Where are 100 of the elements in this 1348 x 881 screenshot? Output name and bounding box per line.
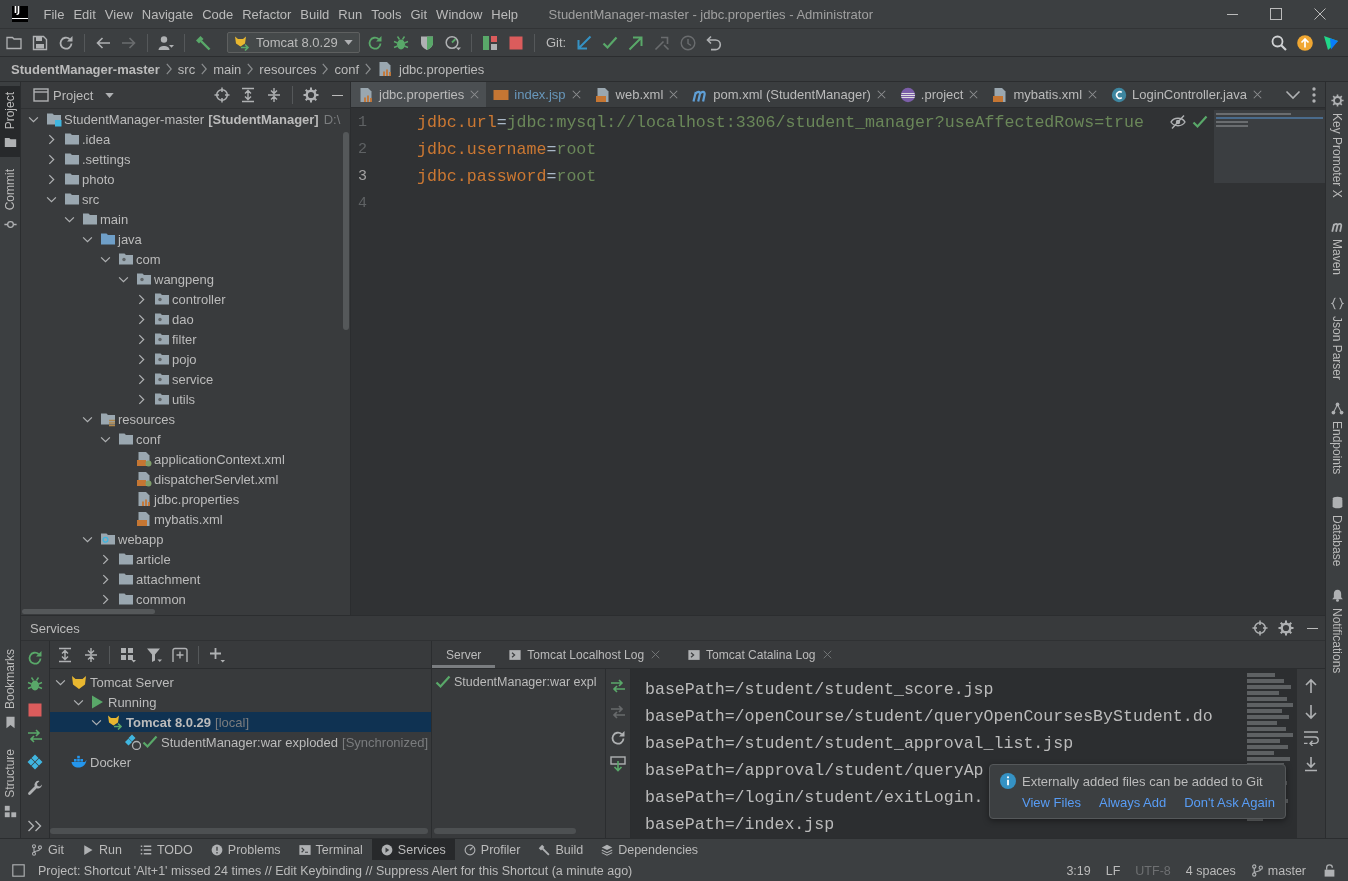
breadcrumb-item[interactable]: jdbc.properties [399, 61, 485, 77]
tool-window-button[interactable]: Profiler [454, 839, 530, 860]
tool-window-button[interactable]: Services [371, 839, 455, 860]
tree-item[interactable]: dispatcherServlet.xml [154, 471, 279, 487]
chevron-right-icon[interactable] [47, 153, 55, 165]
editor-tab[interactable]: web.xml [587, 82, 686, 107]
breadcrumb-item[interactable]: StudentManager-master [11, 61, 160, 77]
tool-window-button[interactable]: Build [529, 839, 593, 860]
breadcrumb-item[interactable]: main [213, 61, 242, 77]
notification-link[interactable]: Don't Ask Again [1184, 795, 1275, 810]
shield-icon[interactable] [419, 34, 435, 51]
tree-item[interactable]: applicationContext.xml [154, 451, 285, 467]
editor-tab[interactable]: .project [892, 82, 986, 107]
maximize-icon[interactable] [1270, 8, 1282, 20]
tree-item[interactable]: Running [108, 694, 157, 710]
status-item[interactable]: LF [1105, 863, 1121, 878]
breadcrumb-item[interactable]: resources [259, 61, 317, 77]
minimize-icon[interactable] [1306, 627, 1318, 629]
tree-item[interactable]: attachment [136, 571, 201, 587]
tree-item[interactable]: src [82, 191, 100, 207]
chevron-down-icon[interactable] [54, 678, 66, 686]
status-item[interactable]: 4 spaces [1185, 863, 1236, 878]
settings-icon[interactable] [1278, 620, 1294, 636]
menu-item[interactable]: View [100, 6, 138, 22]
tool-window-button[interactable]: TODO [130, 839, 202, 860]
menu-item[interactable]: Help [486, 6, 523, 22]
chevron-down-icon[interactable] [81, 235, 93, 243]
close-icon[interactable] [969, 90, 979, 99]
collapse-all-icon[interactable] [83, 646, 99, 663]
chevron-down-icon[interactable] [81, 535, 93, 543]
tool-window-tab[interactable]: Project [0, 86, 20, 158]
editor-tab[interactable]: LoginController.java [1104, 82, 1269, 107]
expand-all-icon[interactable] [57, 646, 73, 663]
crosshair-icon[interactable] [214, 87, 230, 103]
close-icon[interactable] [1252, 90, 1262, 99]
chevron-right-icon[interactable] [137, 293, 145, 305]
tool-window-tab[interactable]: Structure [0, 743, 20, 826]
lock-icon[interactable] [1323, 864, 1336, 877]
tree-item[interactable]: .idea [82, 131, 111, 147]
tree-item[interactable]: main [100, 211, 129, 227]
close-icon[interactable] [822, 650, 832, 659]
tool-window-button[interactable]: Problems [201, 839, 290, 860]
tree-item[interactable]: java [118, 231, 142, 247]
editor-tab[interactable]: pom.xml (StudentManager) [685, 82, 893, 107]
deploy-arrows-icon[interactable] [610, 678, 626, 694]
tree-item[interactable]: Docker [90, 754, 132, 770]
minimize-icon[interactable] [1226, 13, 1238, 15]
tree-item[interactable]: photo [82, 171, 115, 187]
scrollbar-thumb[interactable] [22, 609, 155, 614]
add-icon[interactable] [209, 646, 225, 663]
undo-icon[interactable] [706, 34, 723, 51]
tool-window-tab[interactable]: Commit [0, 163, 20, 239]
selected-tree-row[interactable]: Tomcat 8.0.29 [local] [50, 712, 431, 732]
scroll-to-end-icon[interactable] [1303, 756, 1319, 772]
settings-icon[interactable] [303, 87, 319, 103]
chevron-right-icon[interactable] [137, 393, 145, 405]
breadcrumb-item[interactable]: src [177, 61, 196, 77]
tree-item[interactable]: wangpeng [154, 271, 214, 287]
gauge-icon[interactable] [445, 34, 461, 51]
arrow-up-right-icon[interactable] [628, 34, 645, 51]
minimize-icon[interactable] [331, 94, 343, 96]
tree-item[interactable]: utils [172, 391, 196, 407]
status-item[interactable]: master [1267, 863, 1306, 878]
menu-item[interactable]: Build [295, 6, 334, 22]
deploy-arrows-icon[interactable] [27, 728, 43, 744]
chevron-right-icon[interactable] [101, 553, 109, 565]
tool-window-tab[interactable]: Maven [1326, 215, 1348, 279]
stop-icon[interactable] [508, 34, 524, 51]
chevron-right-icon[interactable] [47, 133, 55, 145]
chevron-right-icon[interactable] [101, 593, 109, 605]
arrow-up-circle-icon[interactable] [1297, 34, 1313, 51]
menu-item[interactable]: Tools [366, 6, 406, 22]
tree-item[interactable]: Tomcat 8.0.29 [126, 714, 212, 730]
tree-item[interactable]: StudentManager-master [64, 111, 205, 127]
person-icon[interactable] [158, 34, 174, 51]
tool-window-button[interactable]: Terminal [289, 839, 372, 860]
tool-window-tab[interactable]: Database [1326, 492, 1348, 571]
close-icon[interactable] [669, 90, 679, 99]
tree-item[interactable]: common [136, 591, 186, 607]
arrow-down-icon[interactable] [1303, 704, 1319, 720]
chevron-down-icon[interactable] [72, 698, 84, 706]
chevron-down-icon[interactable] [81, 415, 93, 423]
tree-item[interactable]: mybatis.xml [154, 511, 223, 527]
arrow-down-left-icon[interactable] [576, 34, 593, 51]
refresh-icon[interactable] [610, 730, 626, 746]
chevron-down-icon[interactable] [117, 275, 129, 283]
collapse-all-icon[interactable] [266, 87, 282, 103]
bug-icon[interactable] [27, 676, 43, 692]
double-chevron-icon[interactable] [27, 818, 43, 834]
menu-item[interactable]: File [39, 6, 69, 22]
tool-window-tab[interactable]: Key Promoter X [1326, 90, 1348, 202]
chevron-right-icon[interactable] [137, 333, 145, 345]
tool-window-tab[interactable]: Bookmarks [0, 643, 20, 738]
close-icon[interactable] [571, 90, 581, 99]
scrollbar-thumb[interactable] [343, 132, 349, 330]
notification-link[interactable]: View Files [1022, 795, 1081, 810]
scrollbar-thumb[interactable] [50, 828, 428, 834]
status-item[interactable]: 3:19 [1066, 863, 1091, 878]
tool-window-tab[interactable]: Json Parser [1326, 292, 1348, 384]
stop-icon[interactable] [27, 702, 43, 718]
